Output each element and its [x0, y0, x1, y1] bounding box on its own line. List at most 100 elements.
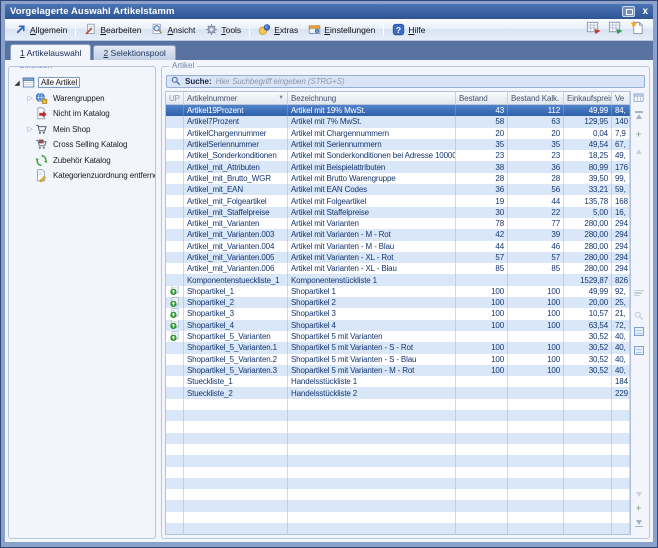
empty-table-row[interactable] [166, 455, 630, 466]
tree-item-label: Alle Artikel [38, 77, 80, 88]
restore-icon[interactable] [622, 6, 635, 17]
table-row[interactable]: Artikel_SonderkonditionenArtikel mit Son… [166, 150, 630, 161]
search-input[interactable]: Suche: Hier Suchbegriff eingeben (STRG+S… [166, 75, 645, 88]
table-row[interactable]: Stueckliste_2Handelsstückliste 2229 [166, 387, 630, 398]
table-row[interactable]: Artikel_mit_EANArtikel mit EAN Codes3656… [166, 184, 630, 195]
tab-1-artikelauswahl[interactable]: 1 Artikelauswahl [10, 44, 91, 60]
cell-bez [288, 455, 456, 466]
cell-bez [288, 399, 456, 410]
tab-2-selektionspool[interactable]: 2 Selektionspool [93, 45, 175, 60]
empty-table-row[interactable] [166, 500, 630, 511]
menu-item-extras[interactable]: Extras [253, 21, 303, 38]
table-row[interactable]: Artikel7ProzentArtikel mit 7% MwSt.58631… [166, 116, 630, 127]
menu-item-einstellungen[interactable]: Einstellungen [303, 21, 380, 38]
close-icon[interactable]: x [642, 6, 648, 17]
table-row[interactable]: Artikel19ProzentArtikel mit 19% MwSt.431… [166, 105, 630, 116]
column-header-ep[interactable]: Einkaufspreis [564, 92, 612, 104]
table-row[interactable]: Artikel_mit_FolgeartikelArtikel mit Folg… [166, 195, 630, 206]
table-row[interactable]: Shopartikel_5_Varianten.3Shopartikel 5 m… [166, 365, 630, 376]
globe-package-icon [35, 92, 48, 105]
tree-item-mein-shop[interactable]: ▷Mein Shop [9, 122, 155, 138]
column-header-up[interactable]: UP [166, 92, 184, 104]
edit-page-icon [84, 23, 97, 36]
tree-item-kategorienzuordnung-entfernen[interactable]: Kategorienzuordnung entfernen [9, 168, 155, 184]
cell-bk: 57 [508, 252, 564, 263]
menu-item-label: Allgemein [30, 25, 67, 35]
column-header-vp[interactable]: Ve [612, 92, 630, 104]
table-row[interactable]: Artikel_mit_VariantenArtikel mit Variant… [166, 218, 630, 229]
table-row[interactable]: Artikel_mit_Varianten.003Artikel mit Var… [166, 229, 630, 240]
tree-item-cross-selling-katalog[interactable]: Cross Selling Katalog [9, 137, 155, 153]
tree-item-alle-artikel[interactable]: ◢ Alle Artikel [9, 75, 155, 91]
cell-b [456, 467, 508, 478]
scroll-bottom-icon[interactable] [631, 520, 646, 528]
table-green-icon[interactable] [608, 20, 623, 40]
cell-vp: 99, [612, 173, 630, 184]
search-small-icon[interactable] [631, 308, 646, 326]
menu-item-tools[interactable]: Tools [200, 21, 246, 38]
empty-table-row[interactable] [166, 399, 630, 410]
table-row[interactable]: Stueckliste_1Handelsstückliste 1184 [166, 376, 630, 387]
menu-item-hilfe[interactable]: ?Hilfe [387, 21, 430, 38]
menu-item-bearbeiten[interactable]: Bearbeiten [79, 21, 146, 38]
cell-bez: Artikel mit Varianten - XL - Blau [288, 263, 456, 274]
cell-nr: Artikel_mit_Varianten.006 [184, 263, 288, 274]
scroll-plus-icon[interactable]: + [631, 130, 646, 138]
panel-icon-4[interactable] [631, 346, 646, 355]
table-row[interactable]: Artikel_mit_StaffelpreiseArtikel mit Sta… [166, 207, 630, 218]
table-row[interactable]: Artikel_mit_Varianten.004Artikel mit Var… [166, 241, 630, 252]
empty-table-row[interactable] [166, 410, 630, 421]
table-row[interactable]: Shopartikel_4Shopartikel 410010063,5472, [166, 320, 630, 331]
tree-item-zubeh-r-katalog[interactable]: Zubehör Katalog [9, 153, 155, 169]
tree-item-warengruppen[interactable]: ▷Warengruppen [9, 91, 155, 107]
tree-item-nicht-im-katalog[interactable]: Nicht im Katalog [9, 106, 155, 122]
table-row[interactable]: Artikel_mit_Brutto_WGRArtikel mit Brutto… [166, 173, 630, 184]
empty-table-row[interactable] [166, 523, 630, 534]
scroll-up-icon[interactable] [631, 149, 646, 154]
column-header-bk[interactable]: Bestand Kalk. [508, 92, 564, 104]
empty-table-row[interactable] [166, 478, 630, 489]
table-row[interactable]: ArtikelChargennummerArtikel mit Chargenn… [166, 128, 630, 139]
cell-bez: Shopartikel 5 mit Varianten [288, 331, 456, 342]
cell-b [456, 512, 508, 523]
table-row[interactable]: Shopartikel_2Shopartikel 210010020,0025, [166, 297, 630, 308]
menu-item-allgemein[interactable]: Allgemein [9, 21, 72, 38]
table-row[interactable]: Artikel_mit_AttributenArtikel mit Beispi… [166, 161, 630, 172]
tree-item-label: Kategorienzuordnung entfernen [51, 171, 155, 180]
table-row[interactable]: ArtikelSeriennummerArtikel mit Seriennum… [166, 139, 630, 150]
empty-table-row[interactable] [166, 433, 630, 444]
empty-table-row[interactable] [166, 444, 630, 455]
cell-bk: 44 [508, 195, 564, 206]
empty-table-row[interactable] [166, 467, 630, 478]
column-chooser-icon[interactable] [631, 91, 646, 109]
expander-closed-icon[interactable]: ▷ [25, 125, 35, 133]
column-header-nr[interactable]: Artikelnummer▼ [184, 92, 288, 104]
table-row[interactable]: Shopartikel_5_Varianten.1Shopartikel 5 m… [166, 342, 630, 353]
table-row[interactable]: Artikel_mit_Varianten.006Artikel mit Var… [166, 263, 630, 274]
expander-open-icon[interactable]: ◢ [12, 79, 22, 87]
table-row[interactable]: Shopartikel_3Shopartikel 310010010,5721, [166, 308, 630, 319]
table-row[interactable]: Shopartikel_5_VariantenShopartikel 5 mit… [166, 331, 630, 342]
cell-ep [564, 512, 612, 523]
filter-lines-icon[interactable] [631, 289, 646, 297]
column-header-b[interactable]: Bestand [456, 92, 508, 104]
table-red-icon[interactable] [586, 20, 601, 40]
cell-b: 100 [456, 308, 508, 319]
scroll-down-icon[interactable] [631, 492, 646, 497]
new-document-icon[interactable] [630, 20, 645, 40]
table-row[interactable]: Shopartikel_5_Varianten.2Shopartikel 5 m… [166, 354, 630, 365]
empty-table-row[interactable] [166, 489, 630, 500]
table-row[interactable]: Artikel_mit_Varianten.005Artikel mit Var… [166, 252, 630, 263]
menu-item-ansicht[interactable]: Ansicht [146, 21, 200, 38]
scroll-top-icon[interactable] [631, 111, 646, 119]
table-row[interactable]: Shopartikel_1Shopartikel 110010049,9992, [166, 286, 630, 297]
column-header-bez[interactable]: Bezeichnung [288, 92, 456, 104]
scroll-plus-icon[interactable]: + [631, 504, 646, 512]
table-row[interactable]: Komponentenstueckliste_1Komponentenstück… [166, 274, 630, 285]
cell-bk [508, 523, 564, 534]
expander-closed-icon[interactable]: ▷ [25, 94, 35, 102]
empty-table-row[interactable] [166, 421, 630, 432]
empty-table-row[interactable] [166, 512, 630, 523]
shop-cart-icon [35, 123, 48, 136]
panel-icon-3[interactable] [631, 327, 646, 336]
